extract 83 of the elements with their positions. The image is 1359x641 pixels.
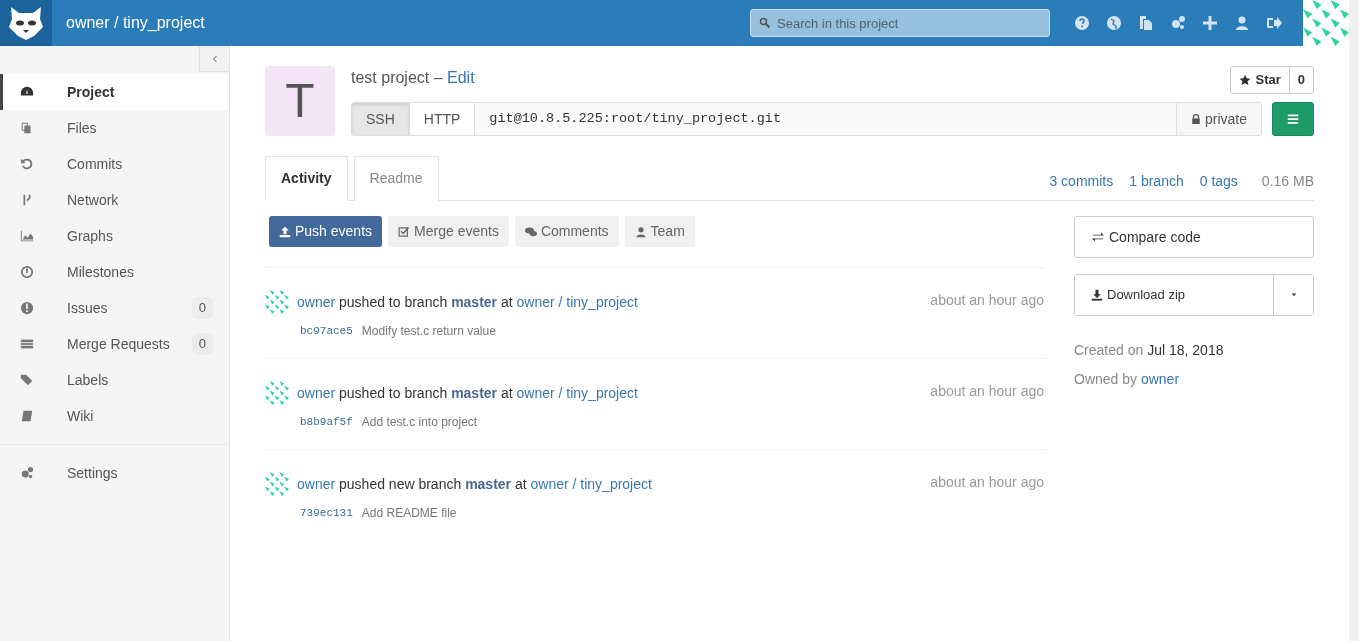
commit-message: Add test.c into project — [361, 414, 478, 431]
tags-icon — [20, 373, 34, 387]
user-icon[interactable] — [1234, 15, 1250, 31]
plus-icon[interactable] — [1202, 15, 1218, 31]
event-time: about an hour ago — [930, 291, 1044, 310]
chevron-icon — [210, 53, 219, 64]
event-text: owner pushed to branch master at owner / tiny_project — [297, 292, 638, 312]
stat-link[interactable]: 1 branch — [1129, 171, 1184, 192]
filter-button[interactable]: Team — [624, 216, 695, 247]
sidebar-item[interactable]: Network — [0, 182, 229, 218]
user-link[interactable]: owner — [297, 293, 336, 310]
star-icon — [1239, 74, 1252, 86]
filter-button[interactable]: Push events — [269, 216, 383, 247]
upload-icon — [279, 225, 291, 238]
dashboard-icon — [20, 85, 34, 99]
copy-icon[interactable] — [1138, 15, 1154, 31]
star-button[interactable]: Star 0 — [1230, 66, 1314, 94]
event-text: owner pushed to branch master at owner / tiny_project — [297, 383, 638, 403]
sign-out-icon[interactable] — [1266, 15, 1282, 31]
user-link[interactable]: owner — [297, 475, 336, 492]
owner-info: Owned by owner — [1074, 370, 1181, 389]
project-avatar: T — [265, 66, 335, 136]
owner-link[interactable]: owner — [1140, 371, 1180, 387]
user-icon — [634, 225, 647, 238]
cat-logo[interactable] — [8, 5, 44, 41]
sidebar-item[interactable]: Issues 0 — [0, 290, 229, 326]
files-icon — [20, 121, 34, 135]
search-icon — [759, 17, 771, 29]
sidebar-item[interactable]: Settings — [0, 455, 229, 491]
user-link[interactable]: owner — [297, 384, 336, 401]
event-time: about an hour ago — [930, 473, 1044, 492]
repo-size: 0.16 MB — [1261, 172, 1314, 191]
commit-sha-link[interactable]: 739ec131 — [300, 504, 353, 522]
menu-button[interactable] — [1272, 102, 1314, 136]
checkbox-icon — [398, 225, 411, 238]
project-name: test project – Edit — [351, 68, 475, 88]
avatar-icon — [265, 472, 289, 496]
stat-link[interactable]: 3 commits — [1049, 171, 1114, 192]
sidebar-item[interactable]: Files — [0, 110, 229, 146]
tab[interactable]: Activity — [265, 156, 348, 201]
area-chart-icon — [20, 229, 34, 243]
dropdown-toggle[interactable] — [1273, 275, 1313, 315]
project-link[interactable]: owner / tiny_project — [530, 475, 652, 492]
help-icon[interactable] — [1074, 15, 1090, 31]
download-icon — [1091, 289, 1103, 301]
sidebar-item[interactable]: Labels — [0, 362, 229, 398]
event-time: about an hour ago — [930, 382, 1044, 401]
project-link[interactable]: owner / tiny_project — [516, 293, 638, 310]
sidebar-item[interactable]: Project — [0, 74, 229, 110]
filter-button[interactable]: Comments — [514, 216, 619, 247]
sidebar-item[interactable]: Merge Requests 0 — [0, 326, 229, 362]
sidebar-item[interactable]: Milestones — [0, 254, 229, 290]
sidebar-item[interactable]: Wiki — [0, 398, 229, 434]
menu-icon — [1286, 113, 1300, 125]
star-count: 0 — [1288, 67, 1313, 93]
count-badge: 0 — [191, 333, 213, 355]
event-text: owner pushed new branch master at owner / tiny_project — [297, 474, 652, 494]
avatar-icon — [265, 290, 289, 314]
comments-icon — [524, 225, 537, 238]
clock-icon — [20, 265, 34, 279]
history-icon — [20, 157, 34, 171]
commit-sha-link[interactable]: b8b9af5f — [300, 413, 353, 431]
commit-sha-link[interactable]: bc97ace5 — [300, 322, 353, 340]
avatar-icon — [265, 381, 289, 405]
list-icon — [20, 337, 34, 351]
user-avatar-icon — [1303, 0, 1349, 46]
project-link[interactable]: owner / tiny_project — [516, 384, 638, 401]
commit-message: Modify test.c return value — [361, 323, 496, 340]
exchange-icon — [1091, 231, 1105, 243]
project-title[interactable]: owner / tiny_project — [66, 11, 205, 35]
created-date: Created on Jul 18, 2018 — [1074, 341, 1225, 360]
commit-message: Add README file — [361, 505, 457, 522]
tab[interactable]: Readme — [353, 156, 439, 201]
count-badge: 0 — [191, 297, 213, 319]
globe-icon[interactable] — [1106, 15, 1122, 31]
stat-link[interactable]: 0 tags — [1199, 171, 1238, 192]
exclamation-icon — [20, 301, 34, 315]
compare-code-button[interactable]: Compare code — [1074, 216, 1314, 258]
sidebar-item[interactable]: Commits — [0, 146, 229, 182]
sidebar-item[interactable]: Graphs — [0, 218, 229, 254]
search-field[interactable]: Search in this project — [750, 9, 1050, 37]
filter-button[interactable]: Merge events — [388, 216, 509, 247]
edit-link[interactable]: Edit — [447, 69, 475, 86]
